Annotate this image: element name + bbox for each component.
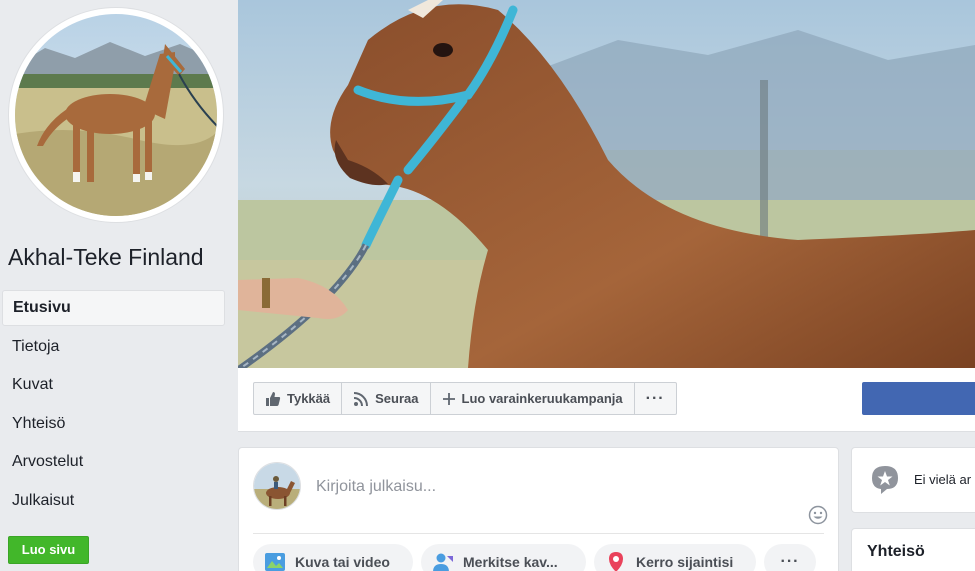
page-action-bar: Tykkää Seuraa Luo varainkeruukampanja ··…: [238, 368, 975, 432]
nav-item-about[interactable]: Tietoja: [2, 329, 225, 365]
create-fundraiser-label: Luo varainkeruukampanja: [461, 391, 623, 406]
action-button-group: Tykkää Seuraa Luo varainkeruukampanja ··…: [253, 382, 677, 415]
tag-friends-label: Merkitse kav...: [463, 554, 558, 570]
profile-photo-horse: [15, 14, 217, 216]
follow-button-label: Seuraa: [375, 391, 419, 406]
thumbs-up-icon: [265, 391, 281, 407]
photo-icon: [263, 550, 287, 571]
profile-picture[interactable]: [9, 8, 223, 222]
tag-friends-button[interactable]: Merkitse kav...: [421, 544, 586, 571]
photo-video-label: Kuva tai video: [295, 554, 390, 570]
community-card: Yhteisö: [851, 528, 975, 571]
tag-people-icon: [431, 550, 455, 571]
rating-card: Ei vielä ar: [851, 447, 975, 513]
more-dots-icon: ···: [645, 389, 665, 407]
nav-item-posts[interactable]: Julkaisut: [2, 483, 225, 519]
community-title[interactable]: Yhteisö: [867, 543, 925, 561]
nav-item-reviews[interactable]: Arvostelut: [2, 444, 225, 480]
location-pin-icon: [604, 550, 628, 571]
like-button-label: Tykkää: [287, 391, 331, 406]
composer-avatar: [253, 462, 301, 510]
page-title: Akhal-Teke Finland: [8, 244, 204, 270]
more-dots-icon: ···: [780, 553, 800, 570]
more-actions-button[interactable]: ···: [635, 383, 676, 414]
rating-status-text: Ei vielä ar: [914, 472, 972, 487]
create-page-button[interactable]: Luo sivu: [8, 536, 89, 564]
composer-more-button[interactable]: ···: [764, 544, 816, 571]
page-nav: Etusivu Tietoja Kuvat Yhteisö Arvostelut…: [2, 290, 225, 522]
emoji-icon[interactable]: [808, 505, 828, 530]
like-button[interactable]: Tykkää: [254, 383, 343, 414]
nav-item-photos[interactable]: Kuvat: [2, 367, 225, 403]
rss-icon: [353, 391, 369, 407]
left-sidebar: Akhal-Teke Finland Etusivu Tietoja Kuvat…: [0, 0, 238, 571]
photo-video-button[interactable]: Kuva tai video: [253, 544, 413, 571]
nav-item-community[interactable]: Yhteisö: [2, 406, 225, 442]
check-in-label: Kerro sijaintisi: [636, 554, 734, 570]
create-fundraiser-button[interactable]: Luo varainkeruukampanja: [431, 383, 635, 414]
nav-item-home[interactable]: Etusivu: [2, 290, 225, 326]
follow-button[interactable]: Seuraa: [342, 383, 431, 414]
rating-star-icon: [869, 464, 901, 501]
plus-icon: [442, 392, 456, 406]
cover-photo[interactable]: [238, 0, 975, 368]
post-composer: Kirjoita julkaisu... Kuva tai video Merk…: [238, 447, 839, 571]
composer-divider: [253, 533, 824, 534]
composer-input[interactable]: Kirjoita julkaisu...: [316, 478, 436, 496]
primary-blue-button[interactable]: [862, 382, 975, 415]
check-in-button[interactable]: Kerro sijaintisi: [594, 544, 756, 571]
